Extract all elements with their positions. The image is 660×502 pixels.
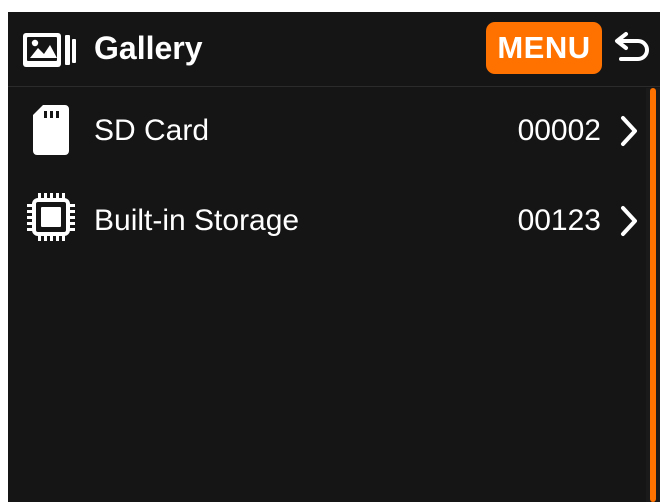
chevron-right-icon	[621, 116, 637, 146]
page-title: Gallery	[94, 30, 203, 66]
list-item-built-in-storage[interactable]: Built-in Storage 00123	[8, 177, 644, 261]
back-arrow-icon[interactable]	[611, 30, 651, 66]
chip-icon	[27, 193, 75, 241]
gallery-icon	[23, 33, 76, 67]
sd-card-icon	[33, 105, 69, 155]
scrollbar-thumb[interactable]	[650, 88, 656, 502]
scrollbar[interactable]	[646, 88, 660, 502]
chevron-right-icon	[621, 206, 637, 236]
gallery-screen: Gallery MENU SD Card 00002 Built-in Stor…	[8, 12, 660, 502]
built-in-storage-label: Built-in Storage	[94, 204, 300, 237]
sd-card-count: 00002	[517, 114, 601, 147]
sd-card-label: SD Card	[94, 114, 210, 147]
menu-button[interactable]: MENU	[486, 22, 602, 74]
list-item-sd-card[interactable]: SD Card 00002	[8, 87, 644, 171]
built-in-storage-count: 00123	[517, 204, 601, 237]
top-bar: Gallery MENU	[8, 12, 660, 87]
